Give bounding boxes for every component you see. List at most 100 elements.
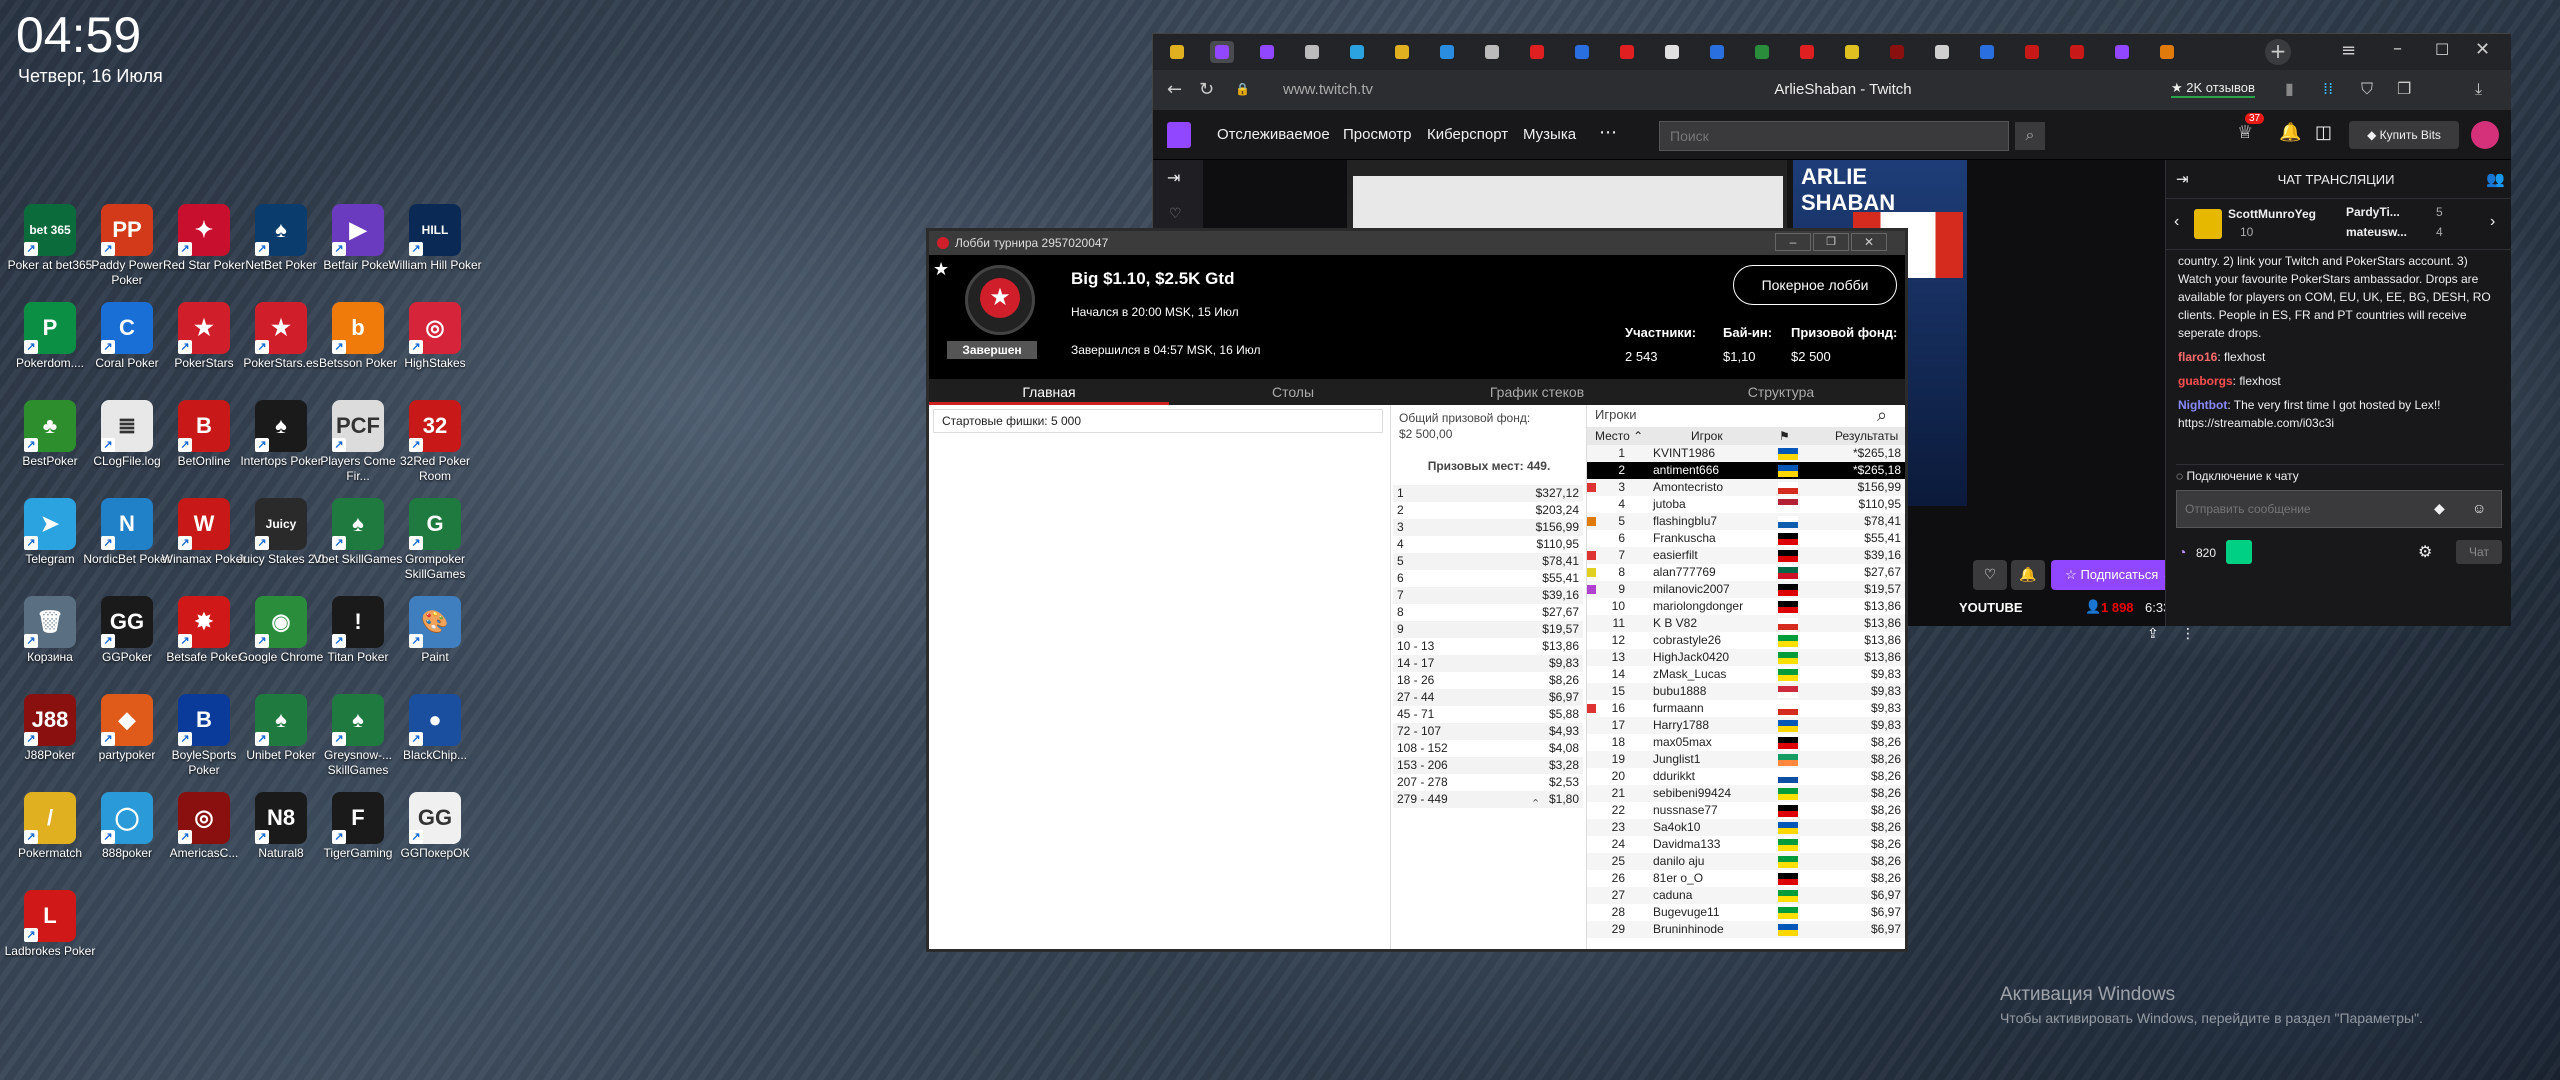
browser-tab-17[interactable]: [1930, 41, 1954, 63]
bookmark-icon[interactable]: ▮: [2285, 79, 2294, 98]
browser-tab-0[interactable]: [1165, 41, 1189, 63]
player-row[interactable]: 29 Bruninhinode $6,97: [1587, 921, 1905, 938]
browser-tab-16[interactable]: [1885, 41, 1909, 63]
browser-tab-13[interactable]: [1750, 41, 1774, 63]
desktop-icon-5[interactable]: HILL William Hill Poker: [387, 200, 483, 296]
new-tab-icon[interactable]: +: [2265, 39, 2291, 65]
gifter-name-2[interactable]: PardyTi...: [2346, 205, 2400, 219]
player-row[interactable]: 20 ddurikkt $8,26: [1587, 768, 1905, 785]
player-row[interactable]: 16 furmaann $9,83: [1587, 700, 1905, 717]
players-search[interactable]: Игроки: [1595, 407, 1637, 422]
gifters-prev-icon[interactable]: ‹: [2174, 213, 2179, 231]
player-row[interactable]: 25 danilo aju $8,26: [1587, 853, 1905, 870]
shield-icon[interactable]: ⛉: [2361, 79, 2373, 99]
desktop-icon-35[interactable]: ● BlackChip...: [387, 690, 483, 786]
heart-button[interactable]: ♡: [1973, 560, 2007, 590]
browser-tab-12[interactable]: [1705, 41, 1729, 63]
players-search-icon[interactable]: ⌕: [1877, 405, 1887, 426]
desktop-icon-23[interactable]: GGrompoker SkillGames: [387, 494, 483, 590]
player-row[interactable]: 27 caduna $6,97: [1587, 887, 1905, 904]
lobby-minimize-icon[interactable]: –: [1775, 233, 1811, 251]
player-row[interactable]: 22 nussnase77 $8,26: [1587, 802, 1905, 819]
browser-tab-7[interactable]: [1480, 41, 1504, 63]
whispers-icon[interactable]: ◫: [2315, 122, 2332, 143]
avatar[interactable]: [2471, 121, 2499, 149]
col-place[interactable]: Место ⌃: [1595, 427, 1643, 445]
player-row[interactable]: 21 sebibeni99424 $8,26: [1587, 785, 1905, 802]
desktop-icon-29[interactable]: 🎨 Paint: [387, 592, 483, 688]
player-row[interactable]: 8 alan777769 $27,67: [1587, 564, 1905, 581]
browser-tab-4[interactable]: [1345, 41, 1369, 63]
player-row[interactable]: 3 Amontecristo $156,99: [1587, 479, 1905, 496]
desktop-icon-11[interactable]: ◎ HighStakes: [387, 298, 483, 394]
browser-tab-11[interactable]: [1660, 41, 1684, 63]
notify-bell-button[interactable]: 🔔: [2011, 560, 2045, 590]
nav-esports[interactable]: Киберспорт: [1427, 126, 1508, 143]
lobby-close-icon[interactable]: ✕: [1851, 233, 1887, 251]
browser-tab-5[interactable]: [1390, 41, 1414, 63]
gifter-name-3[interactable]: mateusw...: [2346, 225, 2407, 239]
browser-tab-20[interactable]: [2065, 41, 2089, 63]
player-row[interactable]: 15 bubu1888 $9,83: [1587, 683, 1905, 700]
reload-icon[interactable]: ↻: [1199, 79, 1214, 100]
browser-tab-1[interactable]: [1210, 41, 1234, 63]
player-row[interactable]: 26 81er o_O $8,26: [1587, 870, 1905, 887]
player-row[interactable]: 7 easierfilt $39,16: [1587, 547, 1905, 564]
player-row[interactable]: 24 Davidma133 $8,26: [1587, 836, 1905, 853]
nav-more-icon[interactable]: ⋯: [1599, 122, 1617, 143]
player-row[interactable]: 17 Harry1788 $9,83: [1587, 717, 1905, 734]
player-row[interactable]: 19 Junglist1 $8,26: [1587, 751, 1905, 768]
emote-icon[interactable]: ☺: [2472, 500, 2486, 516]
browser-tab-14[interactable]: [1795, 41, 1819, 63]
twitch-logo-icon[interactable]: [1167, 122, 1191, 148]
more-options-icon[interactable]: ⋮: [2181, 626, 2195, 642]
player-row[interactable]: 2 antiment666 *$265,18: [1587, 462, 1905, 479]
browser-tab-15[interactable]: [1840, 41, 1864, 63]
desktop-icon-41[interactable]: GG GGПокерОК: [387, 788, 483, 884]
poker-lobby-button[interactable]: Покерное лобби: [1733, 265, 1897, 305]
col-result[interactable]: Результаты: [1835, 427, 1898, 445]
chat-username[interactable]: guaborgs: [2178, 374, 2233, 388]
nav-music[interactable]: Музыка: [1523, 126, 1576, 143]
player-row[interactable]: 23 Sa4ok10 $8,26: [1587, 819, 1905, 836]
desktop-icon-42[interactable]: L Ladbrokes Poker: [2, 886, 98, 982]
browser-tab-6[interactable]: [1435, 41, 1459, 63]
browser-tab-21[interactable]: [2110, 41, 2134, 63]
chat-username[interactable]: flaro16: [2178, 350, 2217, 364]
browser-tab-2[interactable]: [1255, 41, 1279, 63]
share-icon[interactable]: ⇪: [2147, 626, 2159, 642]
back-icon[interactable]: ←: [1167, 79, 1182, 100]
gifter-name-1[interactable]: ScottMunroYeg: [2228, 207, 2316, 221]
player-row[interactable]: 5 flashingblu7 $78,41: [1587, 513, 1905, 530]
tab-main[interactable]: Главная: [929, 379, 1169, 405]
minimize-icon[interactable]: –: [2393, 38, 2402, 59]
player-row[interactable]: 10 mariolongdonger $13,86: [1587, 598, 1905, 615]
close-icon[interactable]: ✕: [2475, 39, 2490, 60]
gifters-next-icon[interactable]: ›: [2490, 213, 2495, 231]
col-player[interactable]: Игрок: [1691, 427, 1723, 445]
chat-button[interactable]: Чат: [2456, 540, 2502, 564]
player-row[interactable]: 6 Frankuscha $55,41: [1587, 530, 1905, 547]
browser-tab-22[interactable]: [2155, 41, 2179, 63]
desktop-icon-17[interactable]: 3232Red Poker Room: [387, 396, 483, 492]
bell-icon[interactable]: 🔔: [2279, 122, 2301, 143]
col-flag-icon[interactable]: ⚑: [1779, 427, 1790, 445]
chat-input[interactable]: [2176, 490, 2502, 528]
prime-icon[interactable]: ♕: [2237, 122, 2253, 143]
player-row[interactable]: 14 zMask_Lucas $9,83: [1587, 666, 1905, 683]
player-row[interactable]: 9 milanovic2007 $19,57: [1587, 581, 1905, 598]
browser-tab-18[interactable]: [1975, 41, 1999, 63]
browser-tab-3[interactable]: [1300, 41, 1324, 63]
expand-sidebar-icon[interactable]: ⇥: [1167, 168, 1180, 187]
player-row[interactable]: 13 HighJack0420 $13,86: [1587, 649, 1905, 666]
bits-icon[interactable]: ◆: [2434, 500, 2445, 517]
chat-settings-icon[interactable]: ⚙: [2418, 542, 2432, 562]
download-icon[interactable]: ⤓: [2475, 79, 2482, 99]
browser-tab-8[interactable]: [1525, 41, 1549, 63]
player-row[interactable]: 28 Bugevuge11 $6,97: [1587, 904, 1905, 921]
menu-icon[interactable]: ≡: [2341, 40, 2356, 61]
browser-tab-10[interactable]: [1615, 41, 1639, 63]
lobby-restore-icon[interactable]: ❐: [1813, 233, 1849, 251]
url-text[interactable]: www.twitch.tv: [1283, 81, 1373, 98]
payouts-collapse-icon[interactable]: ⌃: [1531, 797, 1540, 810]
